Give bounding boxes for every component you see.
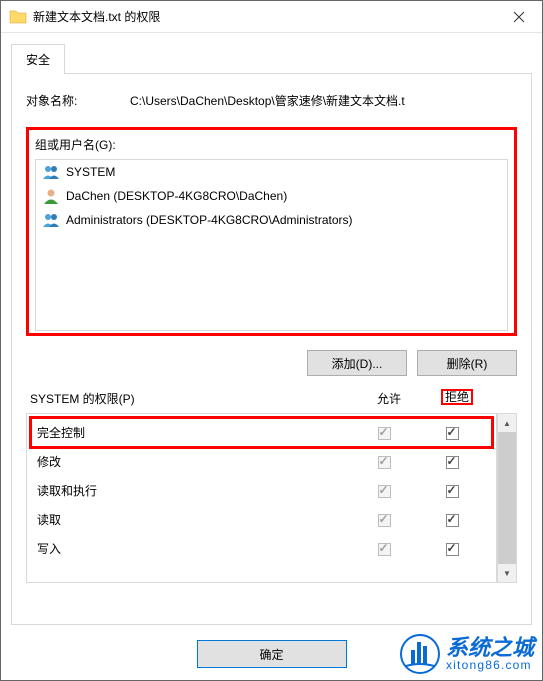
user-name: Administrators (DESKTOP-4KG8CRO\Administ… [66,213,353,227]
object-label: 对象名称: [26,92,130,109]
user-item-system[interactable]: SYSTEM [36,160,507,184]
perm-name: 修改 [37,453,350,470]
user-name: DaChen (DESKTOP-4KG8CRO\DaChen) [66,189,287,203]
permissions-area: 完全控制 修改 读取和执行 [26,413,517,583]
tab-container: 安全 对象名称: C:\Users\DaChen\Desktop\管家速修\新建… [11,43,532,625]
deny-checkbox[interactable] [446,485,459,498]
content-area: 安全 对象名称: C:\Users\DaChen\Desktop\管家速修\新建… [1,33,542,625]
user-list[interactable]: SYSTEM DaChen (DESKTOP-4KG8CRO\DaChen) [35,159,508,331]
close-button[interactable] [496,1,542,33]
add-button[interactable]: 添加(D)... [307,350,407,376]
object-row: 对象名称: C:\Users\DaChen\Desktop\管家速修\新建文本文… [26,92,517,109]
perm-row-modify: 修改 [27,447,496,476]
deny-checkbox[interactable] [446,543,459,556]
allow-checkbox[interactable] [378,427,391,440]
permissions-header: SYSTEM 的权限(P) 允许 拒绝 [26,390,517,407]
perm-name: 读取和执行 [37,482,350,499]
allow-checkbox[interactable] [378,485,391,498]
folder-icon [9,8,27,26]
perm-row-full-control: 完全控制 [27,418,496,447]
perm-row-read-execute: 读取和执行 [27,476,496,505]
user-item-administrators[interactable]: Administrators (DESKTOP-4KG8CRO\Administ… [36,208,507,232]
tab-header: 安全 [11,43,532,73]
perm-name: 写入 [37,540,350,557]
user-name: SYSTEM [66,165,115,179]
allow-checkbox[interactable] [378,514,391,527]
watermark-logo-icon [400,634,440,674]
permissions-list: 完全控制 修改 读取和执行 [26,413,497,583]
scroll-down-button[interactable]: ▼ [498,564,516,582]
watermark: 系统之城 xitong86.com [400,634,534,674]
titlebar: 新建文本文档.txt 的权限 [1,1,542,33]
object-path: C:\Users\DaChen\Desktop\管家速修\新建文本文档.t [130,92,517,109]
allow-header: 允许 [355,390,423,407]
perm-name: 完全控制 [37,424,350,441]
remove-button[interactable]: 删除(R) [417,350,517,376]
deny-checkbox[interactable] [446,514,459,527]
deny-checkbox[interactable] [446,456,459,469]
deny-header: 拒绝 [423,390,491,407]
scroll-up-button[interactable]: ▲ [498,414,516,432]
group-icon [42,211,60,229]
allow-checkbox[interactable] [378,543,391,556]
user-icon [42,187,60,205]
groups-label: 组或用户名(G): [35,136,508,153]
group-buttons-row: 添加(D)... 删除(R) [26,350,517,376]
permissions-header-label: SYSTEM 的权限(P) [30,390,355,407]
watermark-url: xitong86.com [446,659,534,671]
permissions-dialog: 新建文本文档.txt 的权限 安全 对象名称: C:\Users\DaChen\… [0,0,543,681]
ok-button[interactable]: 确定 [197,640,347,668]
perm-row-read: 读取 [27,505,496,534]
groups-highlight-box: 组或用户名(G): SYSTEM DaChen (DES [26,127,517,336]
perm-row-write: 写入 [27,534,496,563]
group-icon [42,163,60,181]
deny-checkbox[interactable] [446,427,459,440]
watermark-text: 系统之城 xitong86.com [446,637,534,671]
scroll-thumb[interactable] [498,432,516,564]
allow-checkbox[interactable] [378,456,391,469]
tab-body: 对象名称: C:\Users\DaChen\Desktop\管家速修\新建文本文… [11,73,532,625]
window-title: 新建文本文档.txt 的权限 [33,8,496,25]
scroll-track[interactable] [498,432,516,564]
tab-security[interactable]: 安全 [11,44,65,74]
perm-name: 读取 [37,511,350,528]
watermark-title: 系统之城 [446,637,534,659]
permissions-scrollbar[interactable]: ▲ ▼ [497,413,517,583]
user-item-dachen[interactable]: DaChen (DESKTOP-4KG8CRO\DaChen) [36,184,507,208]
